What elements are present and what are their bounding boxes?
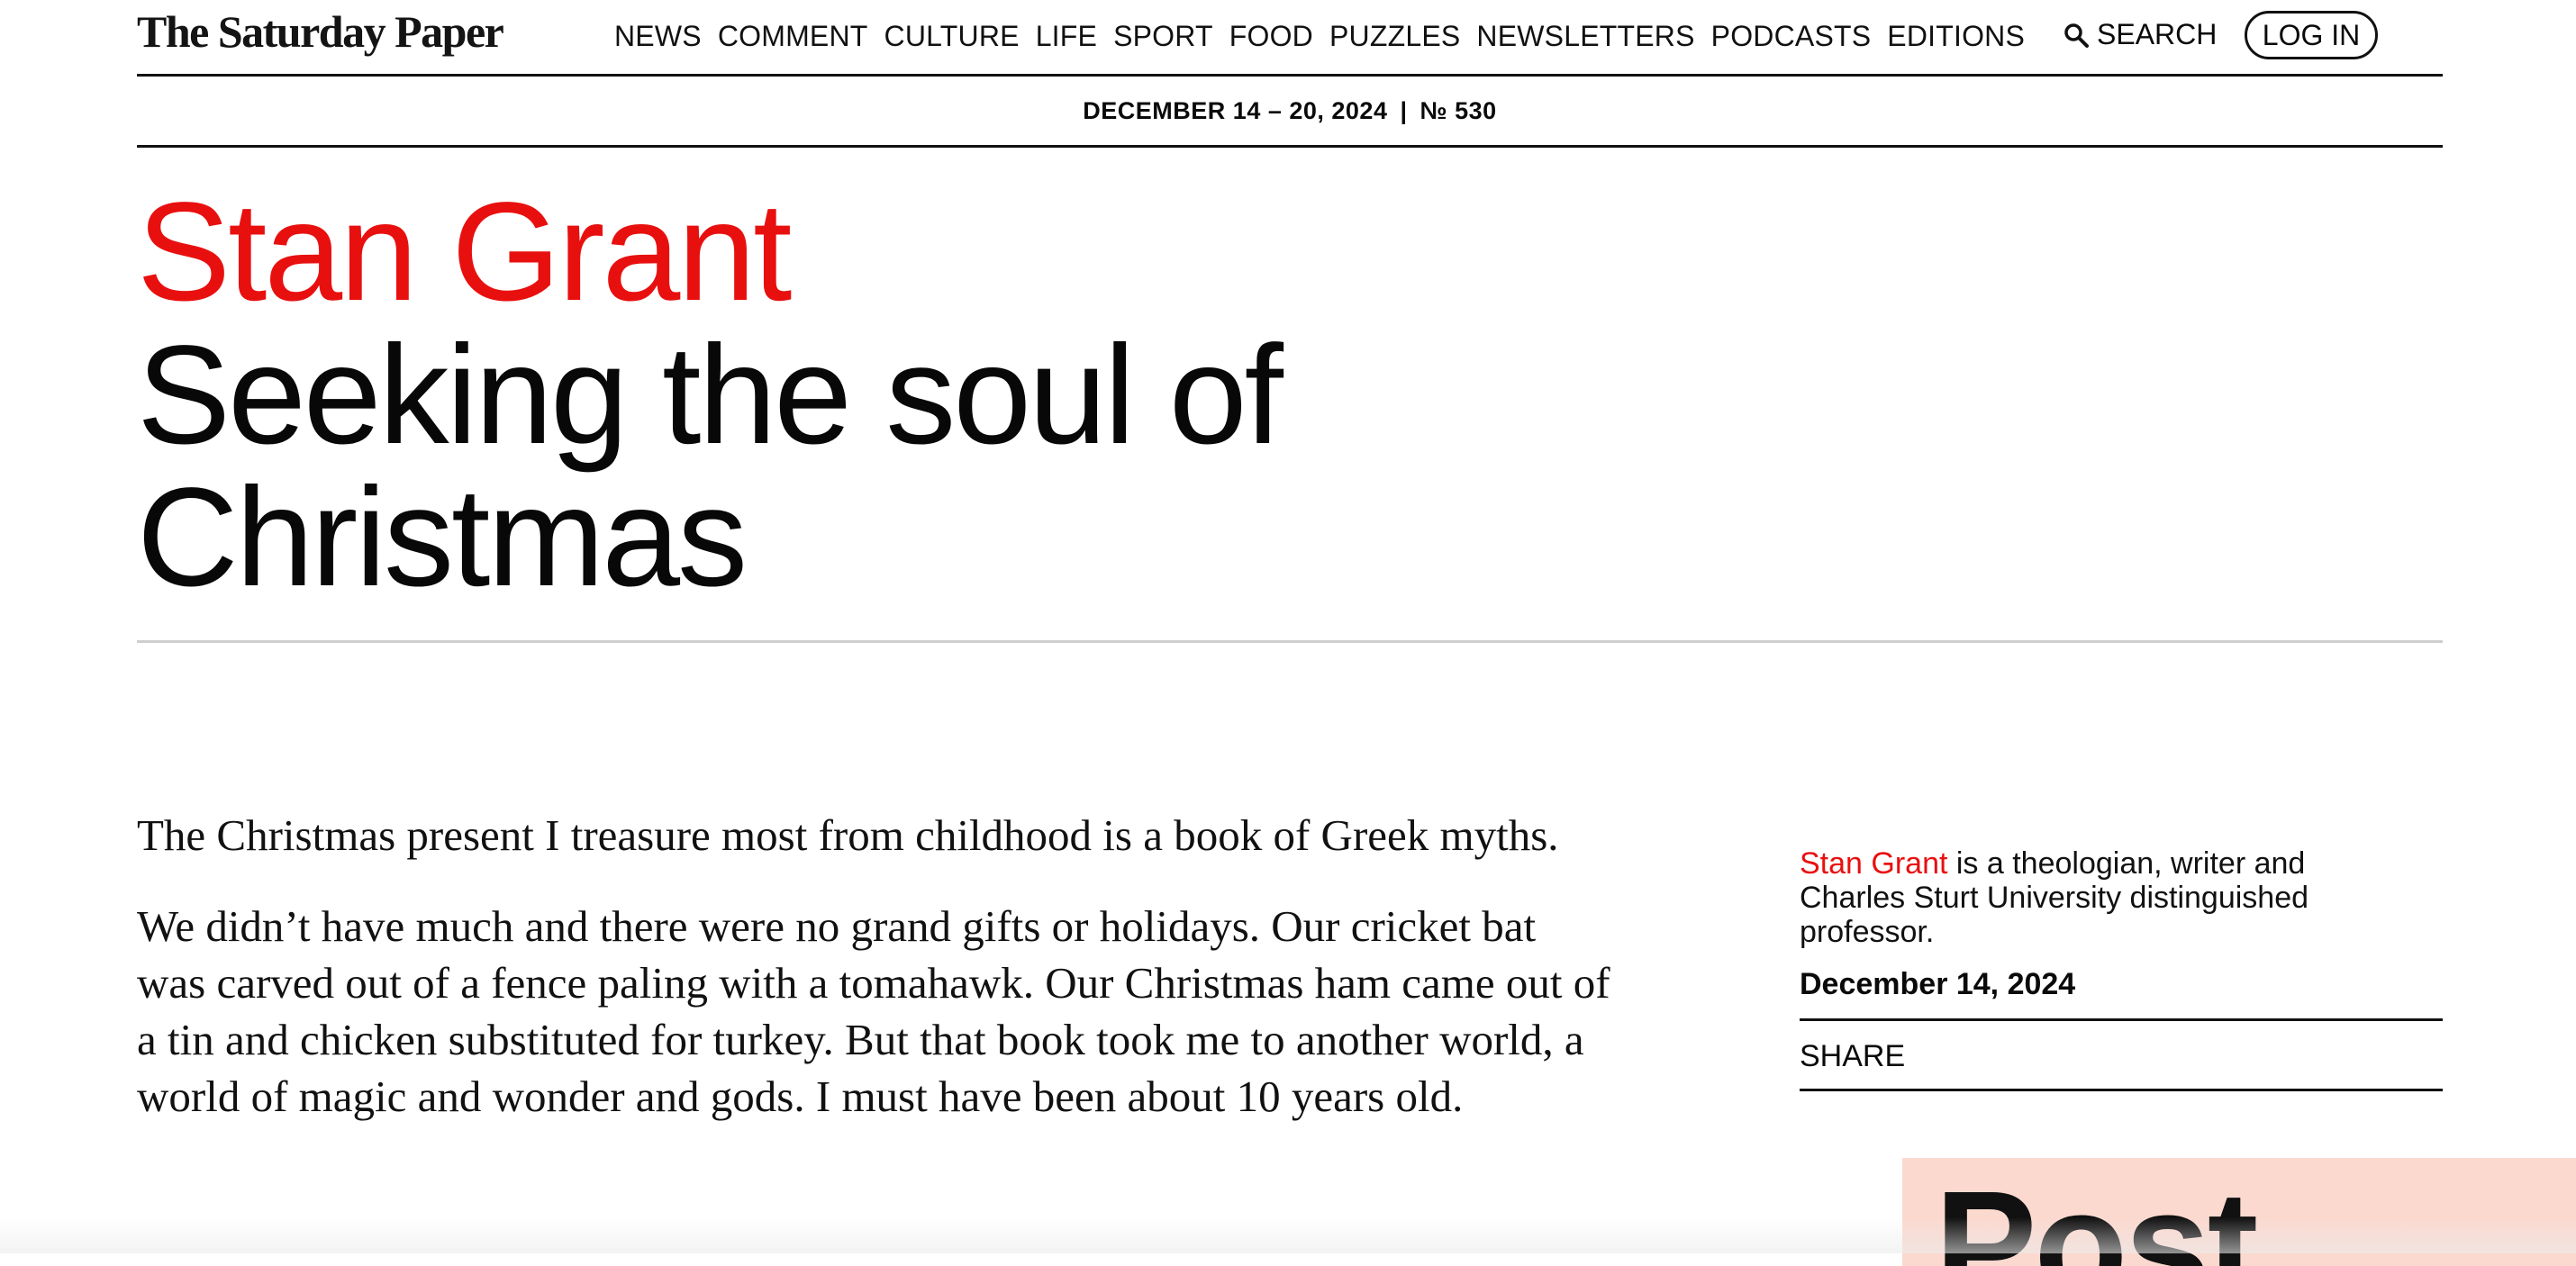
nav-item-culture[interactable]: CULTURE (884, 20, 1020, 53)
nav-item-news[interactable]: NEWS (614, 20, 702, 53)
search-button[interactable]: SEARCH (2063, 18, 2217, 51)
article-headline: Stan Grant Seeking the soul of Christmas (137, 180, 1398, 609)
site-header: The Saturday Paper NEWS COMMENT CULTURE … (137, 0, 2443, 77)
issue-separator: | (1400, 96, 1408, 124)
author-bio: Stan Grant is a theologian, writer and C… (1800, 846, 2376, 949)
nav-item-food[interactable]: FOOD (1229, 20, 1313, 53)
search-icon (2063, 22, 2090, 49)
nav-item-newsletters[interactable]: NEWSLETTERS (1476, 20, 1694, 53)
headline-author[interactable]: Stan Grant (137, 180, 1398, 324)
title-divider (137, 640, 2443, 643)
promo-text: Post (1935, 1160, 2258, 1266)
nav-item-puzzles[interactable]: PUZZLES (1329, 20, 1460, 53)
nav-item-editions[interactable]: EDITIONS (1887, 20, 2025, 53)
main-nav: NEWS COMMENT CULTURE LIFE SPORT FOOD PUZ… (614, 20, 2025, 53)
article-body: The Christmas present I treasure most fr… (137, 807, 1614, 1159)
issue-dates[interactable]: DECEMBER 14 – 20, 2024 (1083, 97, 1387, 125)
nav-item-sport[interactable]: SPORT (1113, 20, 1213, 53)
article-paragraph: The Christmas present I treasure most fr… (137, 810, 1559, 860)
issue-bar: DECEMBER 14 – 20, 2024 | № 530 (137, 77, 2443, 148)
search-label: SEARCH (2097, 18, 2218, 50)
nav-item-comment[interactable]: COMMENT (718, 20, 868, 53)
login-button[interactable]: LOG IN (2245, 11, 2378, 59)
promo-banner[interactable]: Post (1902, 1158, 2576, 1266)
nav-item-life[interactable]: LIFE (1036, 20, 1097, 53)
page: The Saturday Paper NEWS COMMENT CULTURE … (137, 0, 2443, 1253)
share-button[interactable]: SHARE (1800, 1021, 2443, 1091)
article-title: Seeking the soul of Christmas (137, 317, 1283, 616)
issue-number[interactable]: № 530 (1420, 97, 1497, 125)
site-logo[interactable]: The Saturday Paper (137, 5, 504, 58)
article-paragraph: We didn’t have much and there were no gr… (137, 901, 1610, 1121)
nav-item-podcasts[interactable]: PODCASTS (1711, 20, 1872, 53)
author-bio-name[interactable]: Stan Grant (1800, 846, 1947, 881)
article-sidebar: Stan Grant is a theologian, writer and C… (1800, 846, 2443, 1091)
publish-date: December 14, 2024 (1800, 967, 2443, 1021)
